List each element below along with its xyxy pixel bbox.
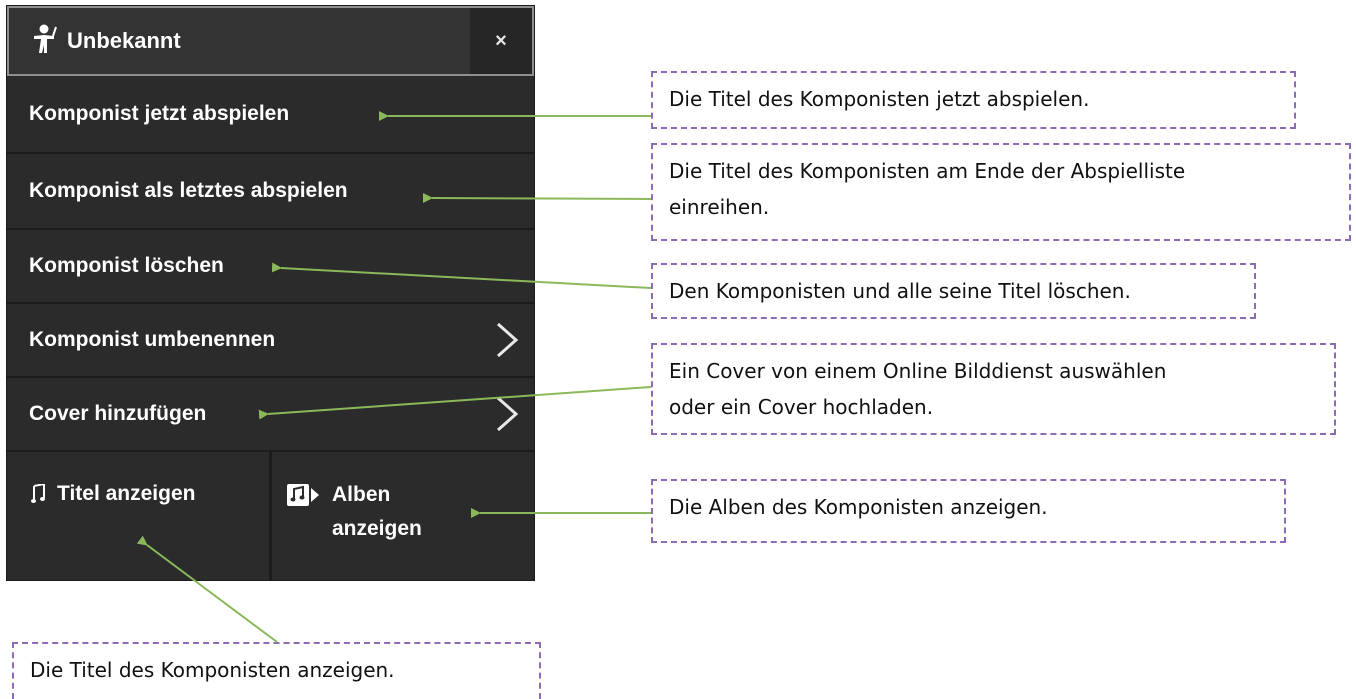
close-button[interactable]: × [470,8,532,74]
menu-header: Unbekannt × [7,6,534,76]
callout-delete: Den Komponisten und alle seine Titel lös… [651,263,1256,319]
callout-albums: Die Alben des Komponisten anzeigen. [651,479,1286,543]
callout-text: Die Titel des Komponisten anzeigen. [30,658,395,682]
menu-item-label: Komponist als letztes abspielen [29,179,348,202]
menu-item-add-cover[interactable]: Cover hinzufügen [7,378,534,452]
callout-text-line2: einreihen. [669,195,770,219]
show-albums-label-line1: Alben [332,483,391,506]
menu-item-label: Cover hinzufügen [29,402,207,425]
callout-play-now: Die Titel des Komponisten jetzt abspiele… [651,71,1296,129]
callout-text: Den Komponisten und alle seine Titel lös… [669,279,1131,303]
show-titles-button[interactable]: Titel anzeigen [7,452,272,580]
chevron-right-icon [497,396,519,432]
music-note-icon [31,484,45,503]
callout-text-line1: Die Titel des Komponisten am Ende der Ab… [669,159,1186,183]
album-icon [287,484,319,506]
callout-text: Die Alben des Komponisten anzeigen. [669,495,1048,519]
composer-context-menu: Unbekannt × Komponist jetzt abspielen Ko… [6,5,535,581]
conductor-icon [31,24,57,59]
callout-text-line2: oder ein Cover hochladen. [669,395,934,419]
menu-item-play-now[interactable]: Komponist jetzt abspielen [7,76,534,154]
show-albums-label: Alben anzeigen [332,478,422,546]
menu-item-delete[interactable]: Komponist löschen [7,230,534,304]
chevron-right-icon [497,322,519,358]
show-albums-button[interactable]: Alben anzeigen [272,452,534,580]
show-titles-label: Titel anzeigen [57,482,196,505]
close-icon: × [495,29,507,52]
callout-add-cover: Ein Cover von einem Online Bilddienst au… [651,343,1336,435]
callout-text-line1: Ein Cover von einem Online Bilddienst au… [669,359,1167,383]
menu-item-label: Komponist löschen [29,254,224,277]
callout-play-last: Die Titel des Komponisten am Ende der Ab… [651,143,1351,241]
callout-text: Die Titel des Komponisten jetzt abspiele… [669,87,1090,111]
menu-item-label: Komponist umbenennen [29,328,276,351]
show-albums-label-line2: anzeigen [332,517,422,540]
menu-item-rename[interactable]: Komponist umbenennen [7,304,534,378]
menu-item-label: Komponist jetzt abspielen [29,102,290,125]
callout-titles: Die Titel des Komponisten anzeigen. [12,642,541,699]
menu-item-play-last[interactable]: Komponist als letztes abspielen [7,154,534,230]
annotated-screenshot: Unbekannt × Komponist jetzt abspielen Ko… [0,0,1356,699]
menu-title: Unbekannt [67,28,181,53]
